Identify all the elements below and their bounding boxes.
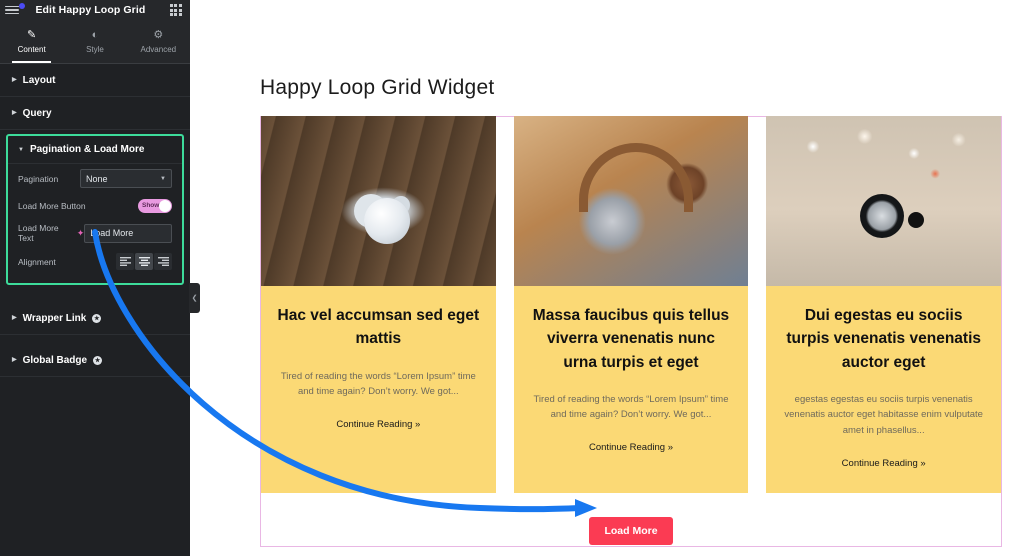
editor-window: Edit Happy Loop Grid ✎ Content ◐ Style ⚙… <box>0 0 1024 556</box>
align-right-icon <box>158 257 169 266</box>
tab-content-label: Content <box>18 45 46 54</box>
alignment-control-row: Alignment <box>8 248 182 275</box>
tab-advanced[interactable]: ⚙ Advanced <box>127 20 190 63</box>
sidebar-section-layout-label: Layout <box>23 75 56 86</box>
sidebar-section-wrapper-link-label: Wrapper Link <box>23 313 87 324</box>
align-center-icon <box>139 257 150 266</box>
dynamic-tag-sparkle-icon[interactable]: ✦ <box>77 229 85 238</box>
card-image-brown-headphones <box>514 116 749 286</box>
sidebar-section-layout[interactable]: ▶ Layout <box>0 64 190 97</box>
load-more-button-control-row: Load More Button Show <box>8 193 182 218</box>
sidebar-sections: ▶ Layout ▶ Query ▼ Pagination & Load Mor… <box>0 64 190 556</box>
align-center-button[interactable] <box>135 253 153 270</box>
card-image-black-headphones <box>766 116 1001 286</box>
load-more-button[interactable]: Load More <box>589 517 672 545</box>
sidebar-section-pagination[interactable]: ▼ Pagination & Load More <box>8 136 182 164</box>
sidebar-section-query[interactable]: ▶ Query <box>0 97 190 130</box>
load-more-wrapper: Load More <box>261 517 1001 545</box>
load-more-text-label: Load More Text ✦ <box>18 223 84 243</box>
pagination-select-value: None <box>86 174 108 184</box>
alignment-label: Alignment <box>18 257 56 267</box>
card-excerpt: Tired of reading the words “Lorem Ipsum”… <box>530 392 733 423</box>
page-title: Happy Loop Grid Widget <box>190 0 1024 100</box>
align-left-button[interactable] <box>116 253 134 270</box>
hamburger-icon[interactable] <box>5 4 19 17</box>
pagination-load-more-panel: ▼ Pagination & Load More Pagination None… <box>6 134 184 285</box>
chevron-right-icon: ▶ <box>12 110 17 116</box>
card-continue-reading-link[interactable]: Continue Reading » <box>589 442 673 453</box>
toggle-knob <box>159 200 171 212</box>
tab-style-label: Style <box>86 45 104 54</box>
load-more-button-toggle[interactable]: Show <box>138 199 172 213</box>
tab-content[interactable]: ✎ Content <box>0 20 63 63</box>
sidebar-section-query-label: Query <box>23 108 52 119</box>
card-continue-reading-link[interactable]: Continue Reading » <box>336 419 420 430</box>
grid-apps-icon[interactable] <box>170 4 182 16</box>
editor-sidebar: Edit Happy Loop Grid ✎ Content ◐ Style ⚙… <box>0 0 190 556</box>
card-title: Dui egestas eu sociis turpis venenatis v… <box>782 304 985 374</box>
align-right-button[interactable] <box>154 253 172 270</box>
loop-grid-cards: Hac vel accumsan sed eget mattis Tired o… <box>261 116 1001 493</box>
load-more-button-toggle-state: Show <box>142 202 159 209</box>
pagination-select[interactable]: None ▼ <box>80 169 172 188</box>
sidebar-section-global-badge-label: Global Badge <box>23 355 87 366</box>
load-more-text-input[interactable]: Load More <box>84 224 172 243</box>
card-body: Dui egestas eu sociis turpis venenatis v… <box>766 286 1001 493</box>
sidebar-section-global-badge[interactable]: ▶ Global Badge ★ <box>0 344 190 377</box>
pagination-control-row: Pagination None ▼ <box>8 164 182 193</box>
card-title: Hac vel accumsan sed eget mattis <box>277 304 480 351</box>
load-more-button-label: Load More Button <box>18 201 86 211</box>
chevron-right-icon: ▶ <box>12 357 17 363</box>
sidebar-header: Edit Happy Loop Grid <box>0 0 190 20</box>
pro-badge-icon: ★ <box>93 356 102 365</box>
chevron-right-icon: ▶ <box>12 77 17 83</box>
card-title: Massa faucibus quis tellus viverra venen… <box>530 304 733 374</box>
pencil-icon: ✎ <box>27 30 36 41</box>
contrast-circle-icon: ◐ <box>92 30 99 41</box>
grid-card[interactable]: Massa faucibus quis tellus viverra venen… <box>514 116 749 493</box>
grid-card[interactable]: Dui egestas eu sociis turpis venenatis v… <box>766 116 1001 493</box>
card-continue-reading-link[interactable]: Continue Reading » <box>842 458 926 469</box>
sidebar-section-wrapper-link[interactable]: ▶ Wrapper Link ★ <box>0 302 190 335</box>
load-more-text-label-text: Load More Text <box>18 223 73 243</box>
tab-style[interactable]: ◐ Style <box>63 20 126 63</box>
grid-card[interactable]: Hac vel accumsan sed eget mattis Tired o… <box>261 116 496 493</box>
sidebar-tabs: ✎ Content ◐ Style ⚙ Advanced <box>0 20 190 64</box>
load-more-text-control-row: Load More Text ✦ Load More <box>8 218 182 248</box>
pagination-label: Pagination <box>18 174 58 184</box>
preview-canvas: Happy Loop Grid Widget Hac vel accumsan … <box>190 0 1024 556</box>
chevron-down-icon: ▼ <box>160 176 166 182</box>
card-body: Hac vel accumsan sed eget mattis Tired o… <box>261 286 496 454</box>
sidebar-title: Edit Happy Loop Grid <box>11 4 170 16</box>
load-more-text-input-value: Load More <box>90 228 133 238</box>
card-excerpt: egestas egestas eu sociis turpis venenat… <box>782 392 985 439</box>
notification-dot-icon <box>19 3 25 9</box>
chevron-down-icon: ▼ <box>18 147 24 153</box>
tab-advanced-label: Advanced <box>141 45 177 54</box>
pro-badge-icon: ★ <box>92 314 101 323</box>
gear-icon: ⚙ <box>153 30 163 41</box>
alignment-button-group <box>116 253 172 270</box>
card-image-white-headphones <box>261 116 496 286</box>
card-body: Massa faucibus quis tellus viverra venen… <box>514 286 749 477</box>
sidebar-collapse-handle[interactable]: ❮ <box>189 283 200 313</box>
chevron-right-icon: ▶ <box>12 315 17 321</box>
sidebar-section-pagination-label: Pagination & Load More <box>30 144 144 155</box>
loop-grid-section: Hac vel accumsan sed eget mattis Tired o… <box>260 116 1002 547</box>
align-left-icon <box>120 257 131 266</box>
card-excerpt: Tired of reading the words “Lorem Ipsum”… <box>277 369 480 400</box>
